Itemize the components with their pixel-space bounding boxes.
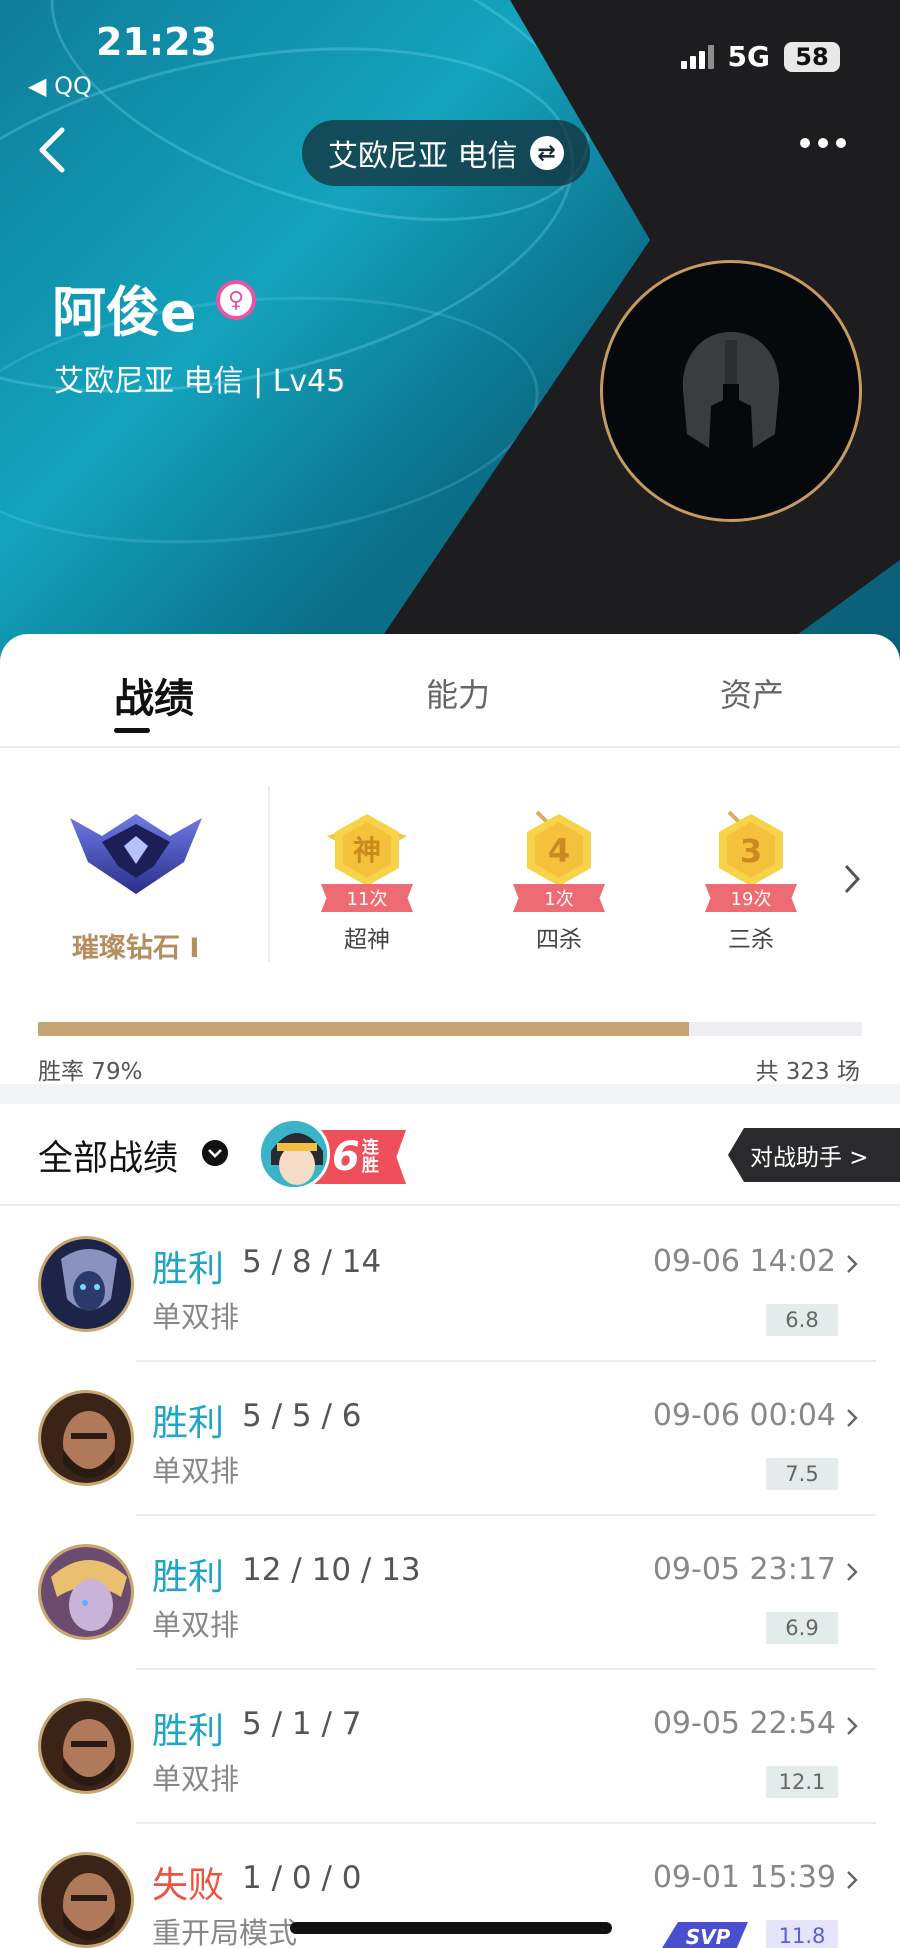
match-score: 11.8 [766, 1920, 838, 1948]
match-time: 09-01 15:39 [652, 1860, 836, 1895]
chevron-right-icon [847, 1717, 858, 1735]
match-filter-row: 全部战绩 6 连胜 对战助手 > [0, 1104, 900, 1206]
match-mode: 单双排 [152, 1762, 240, 1796]
rank-tier: 璀璨钻石 I [72, 933, 200, 964]
match-row[interactable]: 胜利 5 / 1 / 7 单双排 09-05 22:54 12.1 [0, 1670, 900, 1824]
network-type: 5G [727, 40, 770, 73]
chevron-right-icon [847, 1409, 858, 1427]
streak-text: 连胜 [361, 1138, 379, 1176]
player-name: 阿俊e [52, 281, 197, 344]
hero-avatar [38, 1544, 134, 1640]
achievement-godlike[interactable]: 神 11次 超神 [312, 810, 422, 954]
chevron-down-icon[interactable] [202, 1140, 228, 1166]
chevron-right-icon[interactable] [842, 862, 864, 896]
match-result: 失败 [152, 1865, 225, 1906]
tab-ability[interactable]: 能力 [426, 670, 490, 716]
svg-text:3: 3 [740, 832, 762, 870]
achievement-label: 四杀 [536, 927, 582, 953]
battery-icon: 58 [784, 41, 840, 72]
match-time: 09-06 14:02 [652, 1244, 836, 1279]
match-mode: 单双排 [152, 1608, 240, 1642]
match-score: 6.8 [766, 1304, 838, 1336]
svg-text:SVP: SVP [686, 1925, 731, 1948]
triple-kill-badge-icon: 3 [719, 810, 783, 886]
signal-icon [680, 44, 714, 69]
quadra-kill-badge-icon: 4 [527, 810, 591, 886]
achievement-quadra-kill[interactable]: 4 1次 四杀 [504, 810, 614, 954]
active-tab-indicator [114, 728, 150, 733]
total-matches: 共 323 场 [755, 1059, 860, 1085]
svg-text:神: 神 [353, 834, 381, 867]
tab-record[interactable]: 战绩 [114, 666, 194, 724]
match-score: 12.1 [766, 1766, 838, 1798]
achievement-count: 1次 [513, 884, 605, 912]
back-to-app-link[interactable]: ◀ QQ [28, 72, 92, 100]
match-filter-dropdown[interactable]: 全部战绩 [38, 1130, 178, 1181]
chevron-right-icon [847, 1563, 858, 1581]
female-gender-icon: ♀ [216, 280, 256, 320]
match-result: 胜利 [152, 1403, 225, 1444]
win-rate-fill [38, 1022, 689, 1036]
match-kda: 5 / 8 / 14 [242, 1244, 382, 1280]
win-rate-text: 胜率 79% [38, 1059, 143, 1085]
hero-avatar [38, 1390, 134, 1486]
more-options-icon[interactable] [800, 138, 846, 148]
content-panel: 战绩 能力 资产 璀璨钻石 I 神 11次 超神 4 1次 四杀 3 19次 三… [0, 634, 900, 1948]
match-kda: 12 / 10 / 13 [242, 1552, 421, 1588]
section-gap [0, 1084, 900, 1104]
home-indicator[interactable] [290, 1922, 612, 1934]
match-mode: 重开局模式 [152, 1916, 298, 1948]
server-switch-button[interactable]: 艾欧尼亚 电信 ⇄ [302, 120, 590, 186]
svp-badge: SVP [662, 1922, 748, 1948]
match-time: 09-05 23:17 [652, 1552, 836, 1587]
match-time: 09-05 22:54 [652, 1706, 836, 1741]
achievement-label: 超神 [344, 927, 390, 953]
status-time: 21:23 [96, 20, 217, 64]
player-avatar[interactable] [600, 260, 862, 522]
profile-header: 21:23 ◀ QQ 5G 58 艾欧尼亚 电信 ⇄ 阿俊e ♀ 艾欧尼亚 电信… [0, 0, 900, 660]
match-row[interactable]: 胜利 12 / 10 / 13 单双排 09-05 23:17 6.9 [0, 1516, 900, 1670]
streak-character-avatar [258, 1118, 330, 1190]
achievement-count: 11次 [321, 884, 413, 912]
hero-avatar [38, 1236, 134, 1332]
diamond-rank-emblem [70, 814, 202, 894]
match-kda: 1 / 0 / 0 [242, 1860, 362, 1896]
match-result: 胜利 [152, 1711, 225, 1752]
match-row[interactable]: 胜利 5 / 5 / 6 单双排 09-06 00:04 7.5 [0, 1362, 900, 1516]
hero-avatar [38, 1698, 134, 1794]
server-name: 艾欧尼亚 电信 [328, 139, 518, 174]
swap-icon: ⇄ [529, 136, 564, 170]
achievement-triple-kill[interactable]: 3 19次 三杀 [696, 810, 806, 954]
divider [268, 786, 270, 962]
svg-text:4: 4 [548, 832, 570, 870]
match-kda: 5 / 1 / 7 [242, 1706, 362, 1742]
match-row[interactable]: 胜利 5 / 8 / 14 单双排 09-06 14:02 6.8 [0, 1208, 900, 1362]
match-score: 7.5 [766, 1458, 838, 1490]
match-score: 6.9 [766, 1612, 838, 1644]
player-server-level: 艾欧尼亚 电信 | Lv45 [54, 364, 346, 399]
battle-assistant-button[interactable]: 对战助手 > [728, 1128, 900, 1182]
chevron-right-icon [847, 1871, 858, 1889]
tab-bar: 战绩 能力 资产 [0, 634, 900, 748]
match-mode: 单双排 [152, 1454, 240, 1488]
status-indicators: 5G 58 [680, 40, 840, 73]
win-rate-bar [38, 1022, 862, 1036]
streak-number: 6 [332, 1134, 360, 1180]
achievement-count: 19次 [705, 884, 797, 912]
chevron-right-icon [847, 1255, 858, 1273]
rank-summary: 璀璨钻石 I 神 11次 超神 4 1次 四杀 3 19次 三杀 胜率 79% … [0, 750, 900, 1085]
match-result: 胜利 [152, 1557, 225, 1598]
helmet-icon [682, 332, 780, 448]
match-mode: 单双排 [152, 1300, 240, 1334]
tab-assets[interactable]: 资产 [720, 670, 784, 716]
match-time: 09-06 00:04 [652, 1398, 836, 1433]
achievement-label: 三杀 [728, 927, 774, 953]
match-result: 胜利 [152, 1249, 225, 1290]
match-kda: 5 / 5 / 6 [242, 1398, 362, 1434]
godlike-badge-icon: 神 [327, 814, 407, 886]
back-arrow-icon[interactable] [34, 126, 70, 174]
win-streak-badge: 6 连胜 [258, 1118, 408, 1194]
hero-avatar [38, 1852, 134, 1948]
